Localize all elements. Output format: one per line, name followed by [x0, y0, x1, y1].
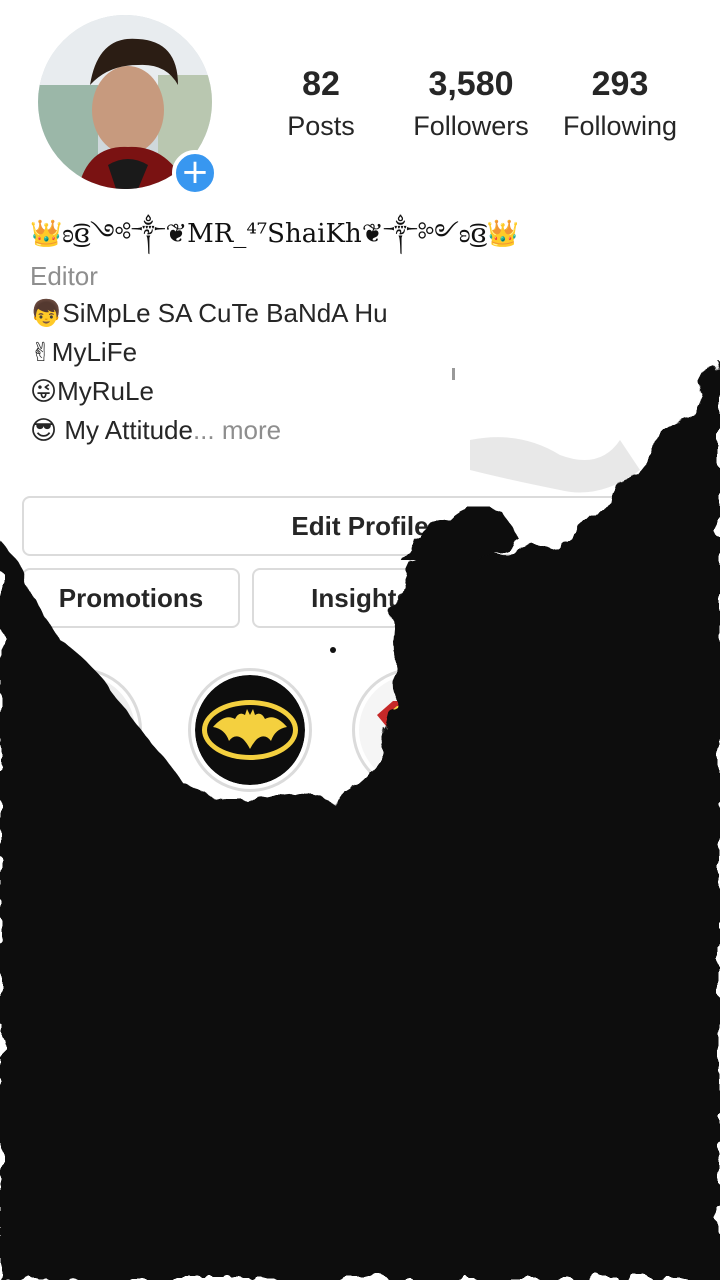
highlight-3[interactable] [352, 668, 476, 792]
boy-emoji-icon: 👦 [30, 299, 63, 329]
posts-count: 82 [302, 65, 340, 103]
profile-screen: + 82 Posts 3,580 Followers 293 Following… [0, 0, 720, 1280]
victory-hand-emoji-icon: ✌ [30, 338, 52, 368]
posts-stat[interactable]: 82 Posts [246, 62, 396, 146]
following-label: Following [562, 111, 678, 141]
bio-line-3: 😜MyRuLe [30, 376, 154, 407]
followers-label: Followers [413, 111, 529, 141]
batman-logo-icon [195, 675, 305, 785]
highlight-cover [25, 675, 135, 785]
more-link[interactable]: ... more [193, 415, 281, 445]
posts-label: Posts [287, 111, 355, 141]
insights-button[interactable]: Insights [252, 568, 470, 628]
following-count: 293 [591, 65, 649, 103]
edit-profile-button[interactable]: Edit Profile [22, 496, 698, 556]
bio-line-1: 👦SiMpLe SA CuTe BaNdA Hu [30, 298, 388, 329]
promotions-button[interactable]: Promotions [22, 568, 240, 628]
bio-section: 👑ʚ͜͡ɞ༺༒❦MR_⁴⁷ShaiKh❦༒༻ʚ͜͡ɞ👑 Editor 👦SiMp… [30, 210, 690, 450]
superman-logo-icon [359, 675, 469, 785]
highlight-1[interactable] [18, 668, 142, 792]
followers-count: 3,580 [428, 65, 514, 103]
sunglasses-emoji-icon: 😎 [30, 416, 58, 446]
profile-name: 👑ʚ͜͡ɞ༺༒❦MR_⁴⁷ShaiKh❦༒༻ʚ͜͡ɞ👑 [30, 219, 519, 249]
plus-icon: + [180, 151, 210, 192]
winking-tongue-emoji-icon: 😜 [30, 377, 58, 407]
bio-line-4: 😎 My Attitude... more [30, 415, 282, 446]
following-stat[interactable]: 293 Following [545, 62, 695, 146]
followers-stat[interactable]: 3,580 Followers [396, 62, 546, 146]
add-story-button[interactable]: + [172, 150, 218, 196]
highlight-2[interactable] [188, 668, 312, 792]
bio-line-2: ✌MyLiFe [30, 337, 138, 368]
profile-category: Editor [30, 261, 98, 291]
ink-splash-overlay [0, 360, 720, 1280]
